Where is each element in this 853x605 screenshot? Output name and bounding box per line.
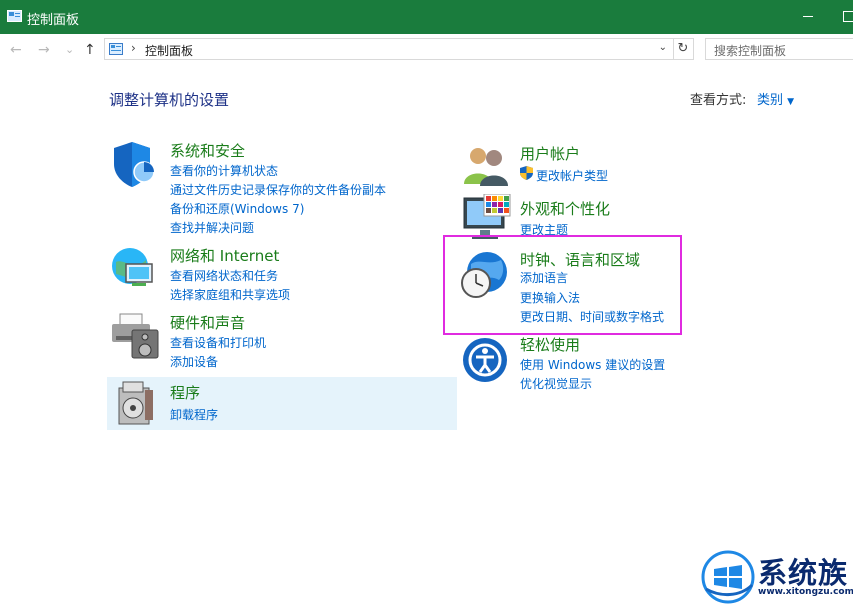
link-troubleshoot[interactable]: 查找并解决问题	[170, 219, 254, 236]
view-by-dropdown[interactable]: 类别 ▼	[757, 89, 794, 108]
watermark-text: 系统族	[758, 556, 849, 590]
control-panel-icon	[109, 43, 123, 55]
link-view-computer-status[interactable]: 查看你的计算机状态	[170, 162, 278, 179]
minimize-button[interactable]	[797, 5, 823, 27]
network-globe-icon[interactable]	[110, 244, 158, 292]
uac-shield-icon	[520, 166, 533, 180]
breadcrumb-separator[interactable]: ›	[131, 41, 136, 55]
printer-speaker-icon[interactable]	[110, 310, 160, 360]
control-panel-icon	[7, 10, 22, 22]
link-file-history-backup[interactable]: 通过文件历史记录保存你的文件备份副本	[170, 181, 386, 198]
link-change-account-type[interactable]: 更改帐户类型	[536, 167, 608, 184]
link-optimize-visual-display[interactable]: 优化视觉显示	[520, 375, 592, 392]
category-ease-of-access[interactable]: 轻松使用	[520, 334, 580, 355]
recent-locations-dropdown[interactable]: ⌄	[65, 43, 74, 56]
breadcrumb-control-panel[interactable]: 控制面板	[145, 42, 193, 59]
chevron-down-icon: ▼	[787, 97, 795, 107]
view-by-value[interactable]: 类别	[757, 93, 783, 108]
navigation-bar: ← → ⌄ ↑ › 控制面板 ⌄ ↻ 搜索控制面板	[0, 34, 853, 66]
link-add-device[interactable]: 添加设备	[170, 353, 218, 370]
refresh-button[interactable]: ↻	[673, 38, 694, 60]
ease-of-access-icon[interactable]	[462, 337, 508, 383]
category-programs[interactable]: 程序	[170, 382, 200, 403]
category-network-internet[interactable]: 网络和 Internet	[170, 245, 279, 266]
window-title: 控制面板	[27, 13, 80, 28]
page-title: 调整计算机的设置	[109, 91, 230, 109]
title-bar: 控制面板	[0, 0, 853, 34]
link-backup-restore[interactable]: 备份和还原(Windows 7)	[170, 200, 304, 217]
link-uninstall-program[interactable]: 卸载程序	[170, 406, 218, 423]
link-network-status[interactable]: 查看网络状态和任务	[170, 267, 278, 284]
maximize-button[interactable]	[838, 5, 853, 27]
category-user-accounts[interactable]: 用户帐户	[520, 143, 580, 164]
view-by-label: 查看方式:	[690, 93, 747, 108]
link-devices-printers[interactable]: 查看设备和打印机	[170, 334, 266, 351]
programs-hover-highlight	[107, 377, 457, 430]
address-dropdown-button[interactable]: ⌄	[659, 42, 667, 53]
up-button[interactable]: ↑	[84, 42, 96, 58]
category-appearance-personalization[interactable]: 外观和个性化	[520, 198, 610, 219]
shield-icon[interactable]	[110, 140, 158, 188]
address-bar[interactable]: › 控制面板 ⌄	[104, 38, 674, 60]
forward-button[interactable]: →	[38, 42, 50, 58]
search-input[interactable]: 搜索控制面板	[705, 38, 853, 60]
category-system-security[interactable]: 系统和安全	[170, 140, 245, 161]
link-windows-recommended-settings[interactable]: 使用 Windows 建议的设置	[520, 356, 665, 373]
programs-icon[interactable]	[115, 380, 157, 426]
back-button[interactable]: ←	[10, 42, 22, 58]
category-hardware-sound[interactable]: 硬件和声音	[170, 312, 245, 333]
annotation-highlight-box	[443, 235, 682, 335]
user-accounts-icon[interactable]	[462, 144, 510, 186]
link-homegroup-sharing[interactable]: 选择家庭组和共享选项	[170, 286, 290, 303]
watermark-url: www.xitongzu.com	[758, 587, 853, 597]
